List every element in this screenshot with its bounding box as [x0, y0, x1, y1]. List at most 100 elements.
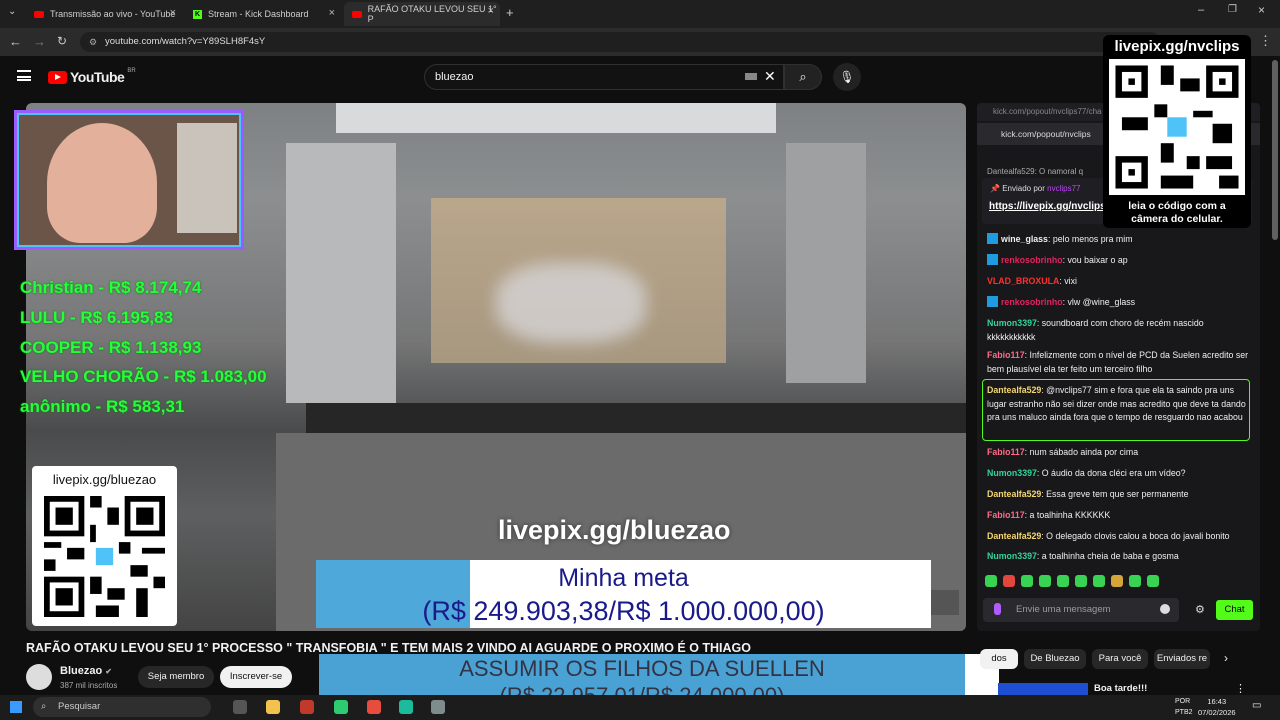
close-window-icon[interactable]: ×: [1258, 3, 1265, 17]
kick-favicon-icon: K: [193, 9, 202, 19]
subscribe-button[interactable]: Inscrever-se: [220, 666, 292, 688]
channel-name[interactable]: Bluezao ✔: [60, 665, 112, 677]
chat-message: VLAD_BROXULA: vixi: [987, 275, 1251, 289]
chat-username[interactable]: Numon3397: [987, 468, 1037, 478]
chat-username[interactable]: Dantealfa529: [987, 531, 1041, 541]
emote-icon[interactable]: [1003, 575, 1015, 587]
tab-youtube-live[interactable]: Transmissão ao vivo - YouTube ×: [26, 4, 182, 24]
back-arrow-icon[interactable]: ←: [9, 34, 22, 49]
taskbar-app-icon[interactable]: [367, 700, 381, 714]
scene-cabinet: [286, 143, 396, 403]
chip-uploaded[interactable]: Enviados re: [1154, 649, 1210, 669]
emoji-icon[interactable]: [1160, 604, 1170, 614]
next-video-title[interactable]: Boa tarde!!!: [1094, 683, 1147, 694]
qr2-caption: leia o código com a câmera do celular.: [1103, 200, 1251, 226]
task-view-icon[interactable]: [233, 700, 247, 714]
taskbar-app-icon[interactable]: [334, 700, 348, 714]
join-button[interactable]: Seja membro: [138, 666, 214, 688]
clock-time: 16:43: [1207, 697, 1227, 706]
donor-ranking-item: anônimo - R$ 583,31: [20, 397, 185, 416]
goal-title: Minha meta: [558, 564, 689, 592]
chat-username[interactable]: Numon3397: [987, 551, 1037, 561]
pinned-link[interactable]: https://livepix.gg/nvclips: [989, 201, 1106, 212]
address-bar[interactable]: ⚙ youtube.com/watch?v=Y89SLH8F4sY: [80, 32, 1160, 52]
forward-arrow-icon[interactable]: →: [33, 34, 46, 49]
tab-current-video[interactable]: RAFÃO OTAKU LEVOU SEU 1° P ×: [344, 2, 500, 26]
emote-icon[interactable]: [1111, 575, 1123, 587]
chat-message: Fabio117: num sábado ainda por cima: [987, 446, 1251, 460]
close-tab-icon[interactable]: ×: [488, 5, 494, 17]
lang-line: POR: [1175, 698, 1191, 705]
chat-settings-gear-icon[interactable]: ⚙: [1195, 603, 1205, 616]
emote-icon[interactable]: [985, 575, 997, 587]
livepix-caption: livepix.gg/bluezao: [498, 515, 731, 545]
taskbar-app-icon[interactable]: [431, 700, 445, 714]
chat-username[interactable]: Numon3397: [987, 318, 1037, 328]
emote-icon[interactable]: [1093, 575, 1105, 587]
chat-username[interactable]: Fabio117: [987, 350, 1025, 360]
emote-icon[interactable]: [1147, 575, 1159, 587]
page-scrollbar[interactable]: [1272, 60, 1278, 240]
close-tab-icon[interactable]: ×: [170, 7, 176, 19]
notification-icon[interactable]: ▭: [1252, 700, 1261, 711]
chat-username[interactable]: VLAD_BROXULA: [987, 276, 1059, 286]
taskbar-search[interactable]: ⌕ Pesquisar: [33, 697, 211, 717]
browser-menu-icon[interactable]: ⋮: [1259, 33, 1272, 49]
chat-username[interactable]: Fabio117: [987, 510, 1025, 520]
reload-icon[interactable]: ↻: [57, 34, 67, 48]
chat-message: Numon3397: soundboard com choro de recém…: [987, 317, 1251, 344]
qr2-title: livepix.gg/nvclips: [1114, 38, 1240, 55]
search-icon: ⌕: [799, 69, 807, 84]
site-info-icon[interactable]: ⚙: [89, 32, 97, 52]
chip-from-channel[interactable]: De Bluezao: [1024, 649, 1086, 669]
chat-username[interactable]: wine_glass: [1001, 234, 1048, 244]
chat-message-text: : vixi: [1059, 276, 1077, 286]
emote-icon[interactable]: [1075, 575, 1087, 587]
microphone-icon[interactable]: [994, 603, 1001, 615]
clear-search-icon[interactable]: ✕: [764, 68, 776, 85]
subscriber-badge-icon: [987, 254, 998, 265]
chat-username[interactable]: Fabio117: [987, 447, 1025, 457]
maximize-icon[interactable]: ❐: [1228, 4, 1237, 15]
emote-icon[interactable]: [1129, 575, 1141, 587]
new-tab-button[interactable]: +: [506, 5, 514, 20]
channel-avatar[interactable]: [26, 664, 52, 690]
send-chat-button[interactable]: Chat: [1216, 600, 1253, 620]
youtube-wordmark: YouTube: [70, 69, 125, 85]
taskbar-app-icon[interactable]: [300, 700, 314, 714]
search-button[interactable]: ⌕: [784, 64, 822, 90]
tab-list-chevron-icon[interactable]: ⌄: [8, 6, 16, 17]
chat-username[interactable]: Dantealfa529: [987, 489, 1041, 499]
chat-message-input[interactable]: Envie uma mensagem: [983, 598, 1179, 622]
microphone-icon: 🎙: [839, 70, 855, 84]
chevron-right-icon[interactable]: ›: [1224, 651, 1228, 665]
chat-username[interactable]: renkosobrinho: [1001, 297, 1063, 307]
chat-message-text: : vou baixar o ap: [1062, 255, 1128, 265]
close-tab-icon[interactable]: ×: [329, 7, 335, 19]
hamburger-menu-icon[interactable]: [17, 70, 31, 81]
search-input[interactable]: bluezao: [424, 64, 784, 90]
emote-icon[interactable]: [1039, 575, 1051, 587]
taskbar-app-icon[interactable]: [399, 700, 413, 714]
voice-search-button[interactable]: 🎙: [833, 63, 861, 91]
youtube-logo[interactable]: YouTube BR: [48, 68, 136, 85]
chip-for-you[interactable]: Para você: [1092, 649, 1148, 669]
input-language[interactable]: POR PTB2: [1175, 696, 1193, 718]
youtube-favicon-icon: [34, 10, 44, 18]
file-explorer-icon[interactable]: [266, 700, 280, 714]
chip-filter[interactable]: dos: [980, 649, 1018, 669]
emote-icon[interactable]: [1057, 575, 1069, 587]
keyboard-icon[interactable]: [745, 73, 757, 80]
scene-lamp: [177, 123, 237, 233]
chat-username[interactable]: renkosobrinho: [1001, 255, 1063, 265]
tab-title: Stream - Kick Dashboard: [208, 9, 309, 19]
more-options-icon[interactable]: ⋮: [1235, 682, 1246, 695]
windows-start-icon[interactable]: [10, 701, 22, 713]
chat-message-text: : num sábado ainda por cima: [1024, 447, 1139, 457]
qr2-caption-line: câmera do celular.: [1131, 213, 1223, 225]
corner-thumbnail: [931, 590, 959, 615]
emote-icon[interactable]: [1021, 575, 1033, 587]
taskbar-clock[interactable]: 16:43 07/02/2026: [1198, 696, 1236, 718]
minimize-icon[interactable]: –: [1198, 4, 1204, 16]
tab-kick-dashboard[interactable]: K Stream - Kick Dashboard ×: [185, 4, 341, 24]
